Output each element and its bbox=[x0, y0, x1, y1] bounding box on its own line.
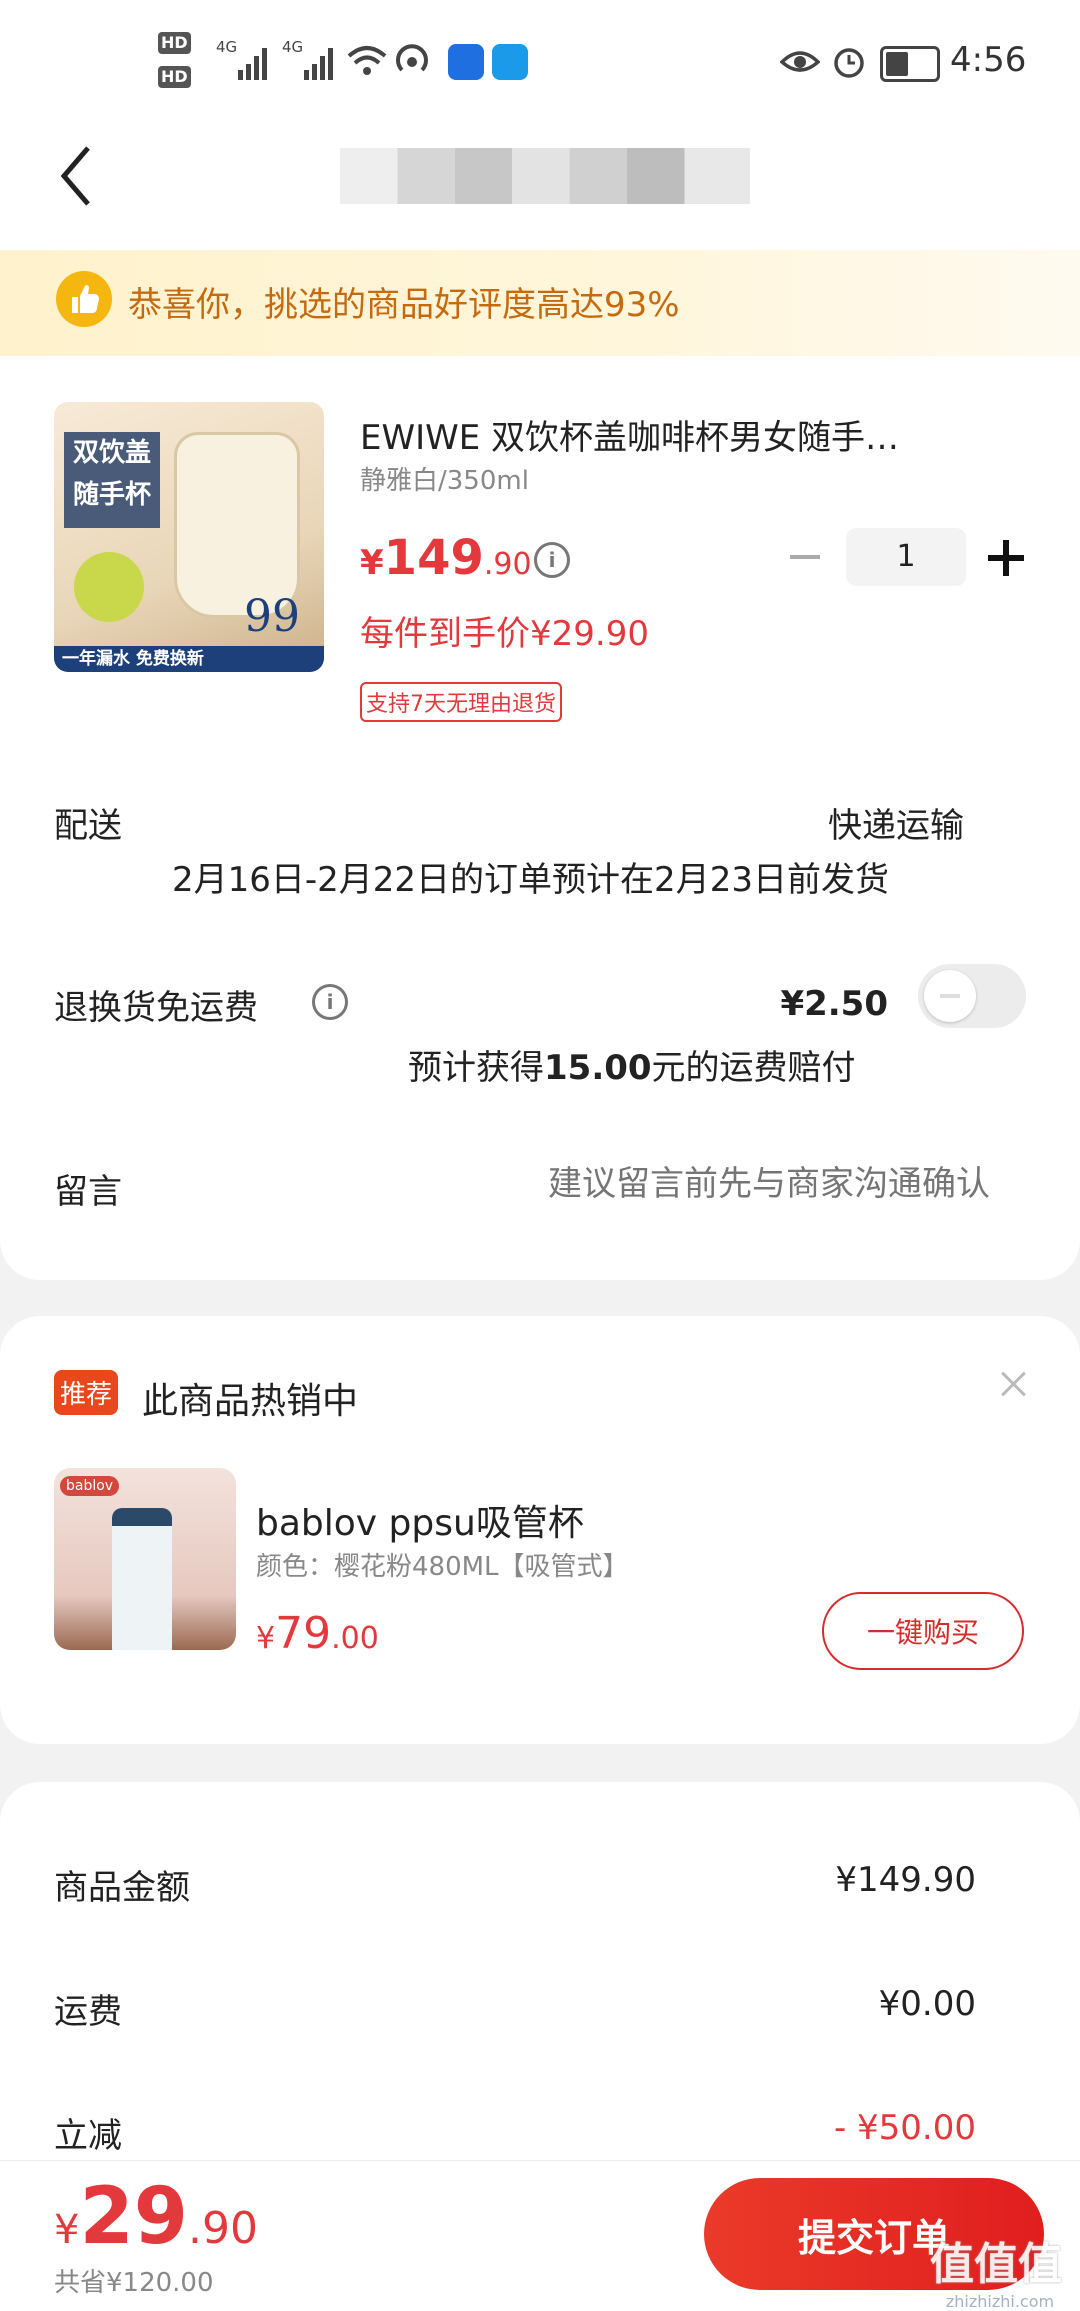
watermark-text: 值值值 bbox=[930, 2239, 1062, 2290]
total-integer: 29 bbox=[79, 2172, 188, 2262]
summary-label-shipping: 运费 bbox=[54, 1992, 122, 2032]
product-spec[interactable]: 静雅白/350ml bbox=[360, 460, 529, 497]
compensation-note: 预计获得15.00元的运费赔付 bbox=[408, 1040, 856, 1089]
status-bar: HD HD 4G 4G 4:56 bbox=[0, 0, 1080, 120]
thumbs-up-icon bbox=[56, 271, 112, 327]
hd-badge-2: HD bbox=[158, 66, 191, 88]
clock-time: 4:56 bbox=[950, 40, 1027, 80]
signal-icon-1 bbox=[238, 44, 267, 80]
wifi-icon bbox=[347, 46, 387, 75]
price-integer: 149 bbox=[383, 530, 484, 586]
quantity-value[interactable]: 1 bbox=[846, 528, 966, 586]
product-image-tag: 双饮盖随手杯 bbox=[64, 432, 160, 528]
price-decimal: .90 bbox=[483, 547, 532, 582]
hd-badge-1: HD bbox=[158, 32, 191, 54]
rec-price-currency: ¥ bbox=[256, 1621, 276, 1656]
watermark: 值值值 zhizhizhi.com bbox=[930, 2228, 1070, 2311]
watermark-sub: zhizhizhi.com bbox=[945, 2292, 1055, 2311]
bottle-graphic bbox=[112, 1508, 172, 1650]
total-currency: ¥ bbox=[54, 2207, 80, 2253]
recommend-image-logo: bablov bbox=[60, 1476, 120, 1496]
app-notification-icon-1 bbox=[448, 44, 484, 80]
recommend-product-spec: 颜色：樱花粉480ML【吸管式】 bbox=[256, 1552, 629, 1582]
message-label: 留言 bbox=[54, 1172, 122, 1212]
battery-icon bbox=[880, 46, 940, 82]
product-image-caption: 一年漏水 免费换新 bbox=[54, 646, 324, 672]
return-insurance-price: ¥2.50 bbox=[780, 984, 888, 1024]
quantity-increase-button[interactable] bbox=[988, 540, 1024, 576]
recommend-tag: 推荐 bbox=[54, 1370, 119, 1415]
shipping-estimate: 2月16日-2月22日的订单预计在2月23日前发货 bbox=[172, 860, 889, 900]
search-app-notification-icon bbox=[492, 44, 528, 80]
blurred-page-title bbox=[340, 148, 750, 204]
banner-text: 恭喜你，挑选的商品好评度高达93% bbox=[128, 285, 680, 325]
lemon-graphic bbox=[74, 552, 144, 622]
compensation-amount: 15.00 bbox=[544, 1048, 652, 1088]
product-price: ¥149.90 bbox=[360, 530, 532, 586]
delivery-label: 配送 bbox=[54, 806, 122, 846]
return-policy-badge: 支持7天无理由退货 bbox=[360, 682, 562, 722]
product-image-price: 99 bbox=[244, 591, 300, 642]
total-saved: 共省¥120.00 bbox=[54, 2268, 214, 2298]
summary-value-discount: - ¥50.00 bbox=[833, 2108, 976, 2148]
total-price: ¥29.90 bbox=[54, 2172, 258, 2262]
alarm-icon bbox=[834, 48, 864, 78]
delivery-method[interactable]: 快递运输 bbox=[828, 798, 964, 847]
close-icon[interactable] bbox=[998, 1368, 1030, 1400]
return-insurance-label: 退换货免运费 bbox=[54, 988, 258, 1028]
toggle-knob bbox=[924, 970, 976, 1022]
summary-label-discount: 立减 bbox=[54, 2116, 122, 2156]
recommend-product-price: ¥79.00 bbox=[256, 1608, 379, 1659]
compensation-prefix: 预计获得 bbox=[408, 1048, 544, 1088]
compensation-suffix: 元的运费赔付 bbox=[651, 1048, 856, 1088]
signal-icon-2 bbox=[304, 44, 333, 80]
rec-price-decimal: .00 bbox=[331, 1621, 379, 1656]
recommend-product-name[interactable]: bablov ppsu吸管杯 bbox=[256, 1494, 584, 1546]
price-info-icon[interactable]: i bbox=[534, 542, 570, 578]
recommend-title: 此商品热销中 bbox=[142, 1381, 359, 1422]
network-type-2: 4G bbox=[282, 38, 304, 56]
summary-value-goods: ¥149.90 bbox=[835, 1860, 976, 1900]
hotspot-icon bbox=[396, 44, 428, 72]
return-insurance-info-icon[interactable]: i bbox=[312, 984, 348, 1020]
return-insurance-toggle[interactable] bbox=[918, 964, 1026, 1028]
one-click-buy-button[interactable]: 一键购买 bbox=[822, 1592, 1024, 1670]
summary-value-shipping: ¥0.00 bbox=[878, 1984, 976, 2024]
product-title[interactable]: EWIWE 双饮杯盖咖啡杯男女随手… bbox=[360, 410, 960, 459]
recommend-product-image[interactable]: bablov bbox=[54, 1468, 236, 1650]
message-input[interactable] bbox=[430, 1164, 990, 1204]
summary-label-goods: 商品金额 bbox=[54, 1868, 190, 1908]
eye-comfort-icon bbox=[780, 51, 820, 72]
quantity-decrease-button[interactable] bbox=[790, 555, 820, 559]
chevron-left-icon[interactable] bbox=[56, 144, 96, 208]
total-decimal: .90 bbox=[188, 2203, 258, 2254]
price-currency: ¥ bbox=[360, 543, 384, 583]
product-image[interactable]: 双饮盖随手杯 99 一年漏水 免费换新 bbox=[54, 402, 324, 672]
network-type-1: 4G bbox=[216, 38, 238, 56]
rec-price-integer: 79 bbox=[275, 1608, 332, 1659]
final-unit-price: 每件到手价¥29.90 bbox=[360, 614, 649, 654]
